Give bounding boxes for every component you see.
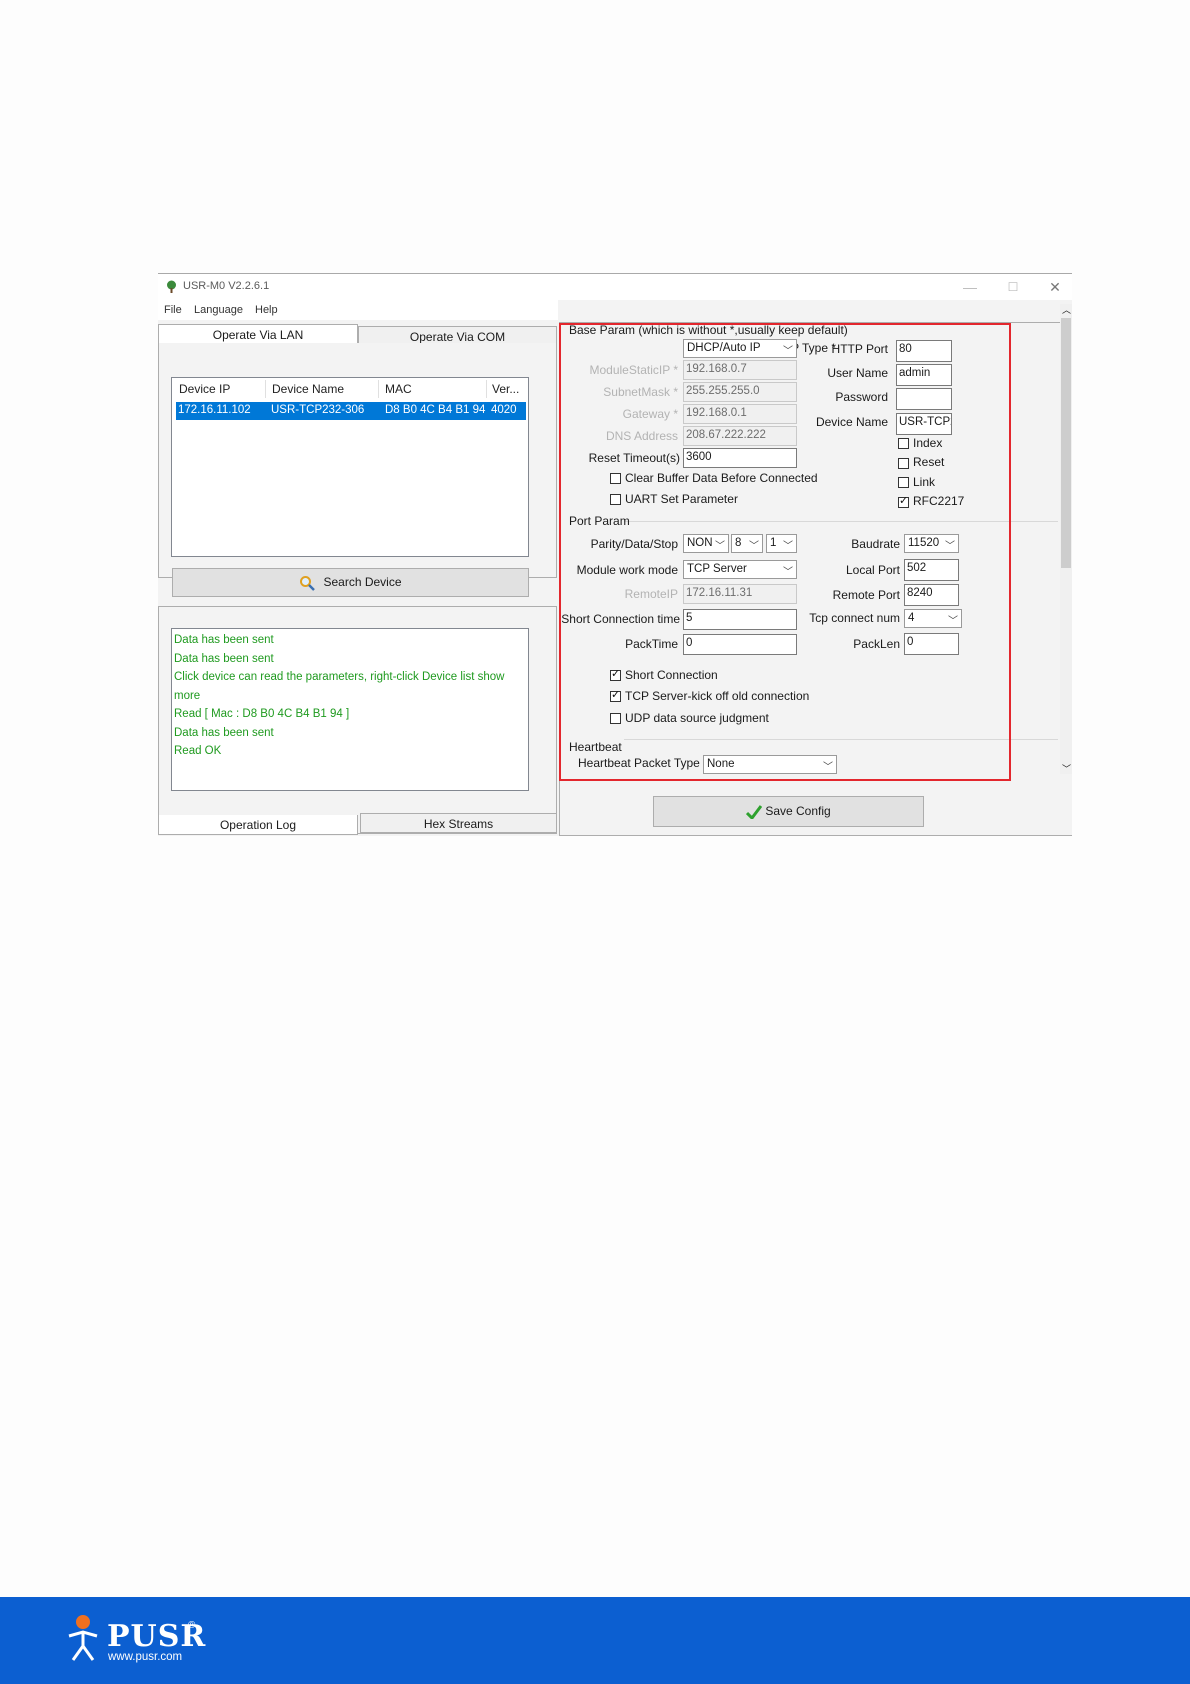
search-icon: [300, 575, 316, 591]
log-line: more: [174, 689, 201, 702]
cell-version: 4020: [491, 404, 517, 416]
tab-operation-log[interactable]: Operation Log: [158, 815, 358, 835]
scroll-up-icon[interactable]: ︿: [1062, 303, 1071, 316]
log-line: Data has been sent: [174, 652, 274, 665]
tab-label: Hex Streams: [423, 817, 494, 831]
minimize-button[interactable]: —: [955, 277, 985, 297]
column-device-name[interactable]: Device Name: [272, 382, 344, 396]
tab-label: Operate Via COM: [409, 330, 506, 344]
app-icon: [167, 280, 176, 293]
search-device-label: Search Device: [323, 575, 402, 589]
column-version[interactable]: Ver...: [492, 382, 519, 396]
save-config-button[interactable]: Save Config: [653, 796, 924, 827]
column-divider: [265, 380, 266, 398]
tab-hex-streams[interactable]: Hex Streams: [360, 813, 557, 833]
search-device-button[interactable]: Search Device: [172, 568, 529, 597]
device-list[interactable]: Device IP Device Name MAC Ver... 172.16.…: [171, 377, 529, 557]
log-line: Data has been sent: [174, 634, 274, 646]
scrollbar-thumb[interactable]: [1061, 318, 1071, 568]
brand-registered: ®: [188, 1620, 196, 1631]
close-button[interactable]: ✕: [1040, 277, 1070, 297]
operation-log[interactable]: Data has been sent Data has been sent Cl…: [171, 628, 529, 791]
device-panel: Device IP Device Name MAC Ver... 172.16.…: [158, 343, 557, 597]
log-line: Read OK: [174, 745, 222, 757]
menu-language[interactable]: Language: [194, 304, 243, 316]
highlight-box: [559, 323, 1011, 781]
param-scrollbar[interactable]: ︿ ﹀: [1060, 304, 1072, 774]
log-panel: Data has been sent Data has been sent Cl…: [158, 606, 557, 834]
column-mac[interactable]: MAC: [385, 382, 412, 396]
cell-device-ip: 172.16.11.102: [178, 404, 251, 416]
menu-file[interactable]: File: [164, 304, 182, 316]
cell-mac: D8 B0 4C B4 B1 94: [385, 404, 486, 416]
column-device-ip[interactable]: Device IP: [179, 382, 230, 396]
log-line: Read [ Mac : D8 B0 4C B4 B1 94 ]: [174, 708, 350, 720]
tab-operate-via-lan[interactable]: Operate Via LAN: [158, 324, 358, 344]
window-title: USR-M0 V2.2.6.1: [183, 280, 270, 292]
scroll-down-icon[interactable]: ﹀: [1062, 762, 1071, 775]
brand-url: www.pusr.com: [108, 1651, 183, 1663]
column-divider: [486, 380, 487, 398]
table-row[interactable]: 172.16.11.102 USR-TCP232-306 D8 B0 4C B4…: [176, 402, 526, 420]
log-line: Click device can read the parameters, ri…: [174, 671, 505, 683]
tab-label: Operate Via LAN: [212, 328, 304, 342]
maximize-button[interactable]: ☐: [998, 277, 1028, 297]
column-divider: [378, 380, 379, 398]
tab-label: Operation Log: [219, 818, 297, 832]
menu-bar: File Language Help: [158, 300, 558, 320]
menu-help[interactable]: Help: [255, 304, 278, 316]
save-config-label: Save Config: [765, 804, 831, 818]
cell-device-name: USR-TCP232-306: [271, 404, 365, 416]
log-line: Data has been sent: [174, 726, 274, 739]
title-bar: USR-M0 V2.2.6.1 — ☐ ✕: [158, 274, 1072, 300]
check-icon: [746, 804, 763, 821]
pusr-logo-icon: [68, 1615, 98, 1661]
